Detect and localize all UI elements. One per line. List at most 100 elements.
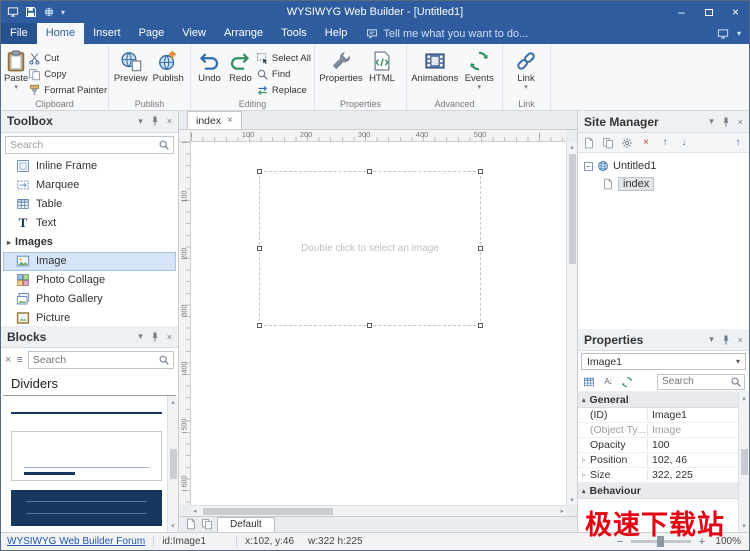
property-row-object-type[interactable]: (Object Ty... Image (578, 423, 738, 438)
menu-tab-page[interactable]: Page (130, 23, 174, 44)
paste-button[interactable]: Paste ▾ (4, 46, 28, 97)
maximize-button[interactable] (695, 1, 722, 23)
divider-block-boxed[interactable] (11, 431, 162, 481)
site-manager-menu-caret-icon[interactable]: ▾ (709, 116, 714, 127)
scroll-down-icon[interactable]: ▾ (171, 522, 175, 530)
move-page-down-icon[interactable]: ↓ (677, 136, 691, 150)
animations-button[interactable]: Animations (410, 46, 459, 97)
link-button[interactable]: Link ▾ (506, 46, 546, 97)
display-options-icon[interactable] (717, 28, 729, 40)
selected-image-object[interactable]: Double click to select an image (259, 171, 481, 326)
qat-customize-caret-icon[interactable]: ▾ (61, 8, 65, 17)
toolbox-search-input[interactable] (5, 136, 174, 154)
preview-button[interactable]: Preview (112, 46, 150, 97)
format-painter-button[interactable]: Format Painter (28, 83, 107, 97)
site-manager-pin-icon[interactable] (720, 116, 732, 128)
move-page-up-icon[interactable]: ↑ (658, 136, 672, 150)
minimize-button[interactable]: – (668, 1, 695, 23)
selection-handle-se[interactable] (478, 323, 483, 328)
copy-button[interactable]: Copy (28, 67, 107, 81)
toolbox-item-marquee[interactable]: Marquee (3, 176, 176, 195)
selection-handle-nw[interactable] (257, 169, 262, 174)
sort-alphabetical-icon[interactable]: A↓ (601, 375, 615, 389)
clone-page-icon[interactable] (601, 136, 615, 150)
delete-page-icon[interactable]: × (639, 136, 653, 150)
save-icon[interactable] (25, 6, 37, 18)
menu-tab-arrange[interactable]: Arrange (215, 23, 272, 44)
property-row-id[interactable]: (ID) Image1 (578, 408, 738, 423)
app-icon[interactable] (7, 6, 19, 18)
canvas-vertical-scrollbar[interactable]: ▴ ▾ (566, 142, 577, 505)
toolbox-close-icon[interactable]: × (167, 116, 172, 126)
row-expander-icon[interactable]: ▹ (578, 456, 590, 464)
site-tree-page-index[interactable]: index (578, 175, 749, 193)
redo-button[interactable]: Redo (225, 46, 256, 97)
divider-block-simple-line[interactable] (11, 404, 162, 422)
blocks-menu-caret-icon[interactable]: ▾ (138, 331, 143, 342)
page-list-icon[interactable] (185, 518, 197, 530)
scroll-up-icon[interactable]: ▴ (171, 398, 175, 406)
scroll-down-icon[interactable]: ▾ (742, 522, 746, 530)
toolbox-category-images[interactable]: ▸Images (1, 233, 178, 252)
site-manager-close-icon[interactable]: × (738, 117, 743, 127)
scroll-right-icon[interactable]: ▸ (560, 507, 564, 515)
html-button[interactable]: HTML (364, 46, 400, 97)
master-page-icon[interactable] (201, 518, 213, 530)
publish-button[interactable]: Publish (150, 46, 188, 97)
page-canvas[interactable]: Double click to select an image (191, 142, 566, 505)
row-expander-icon[interactable]: ▹ (578, 471, 590, 479)
properties-button[interactable]: Properties (318, 46, 364, 97)
toolbox-menu-caret-icon[interactable]: ▾ (138, 116, 143, 127)
menu-tab-insert[interactable]: Insert (84, 23, 130, 44)
toolbox-item-picture[interactable]: Picture (3, 309, 176, 327)
properties-menu-caret-icon[interactable]: ▾ (709, 334, 714, 345)
tab-close-icon[interactable]: × (227, 115, 233, 126)
scrollbar-thumb[interactable] (170, 449, 177, 479)
property-row-position[interactable]: ▹ Position 102, 46 (578, 453, 738, 468)
property-value[interactable]: 322, 225 (648, 469, 738, 481)
scroll-up-icon[interactable]: ▴ (567, 143, 577, 151)
replace-button[interactable]: Replace (256, 83, 311, 97)
menu-tab-home[interactable]: Home (37, 23, 84, 44)
toolbox-item-photo-gallery[interactable]: Photo Gallery (3, 290, 176, 309)
blocks-clear-icon[interactable]: × (5, 354, 11, 366)
category-behaviour[interactable]: ▴ Behaviour (578, 483, 738, 499)
selection-handle-ne[interactable] (478, 169, 483, 174)
scrollbar-thumb[interactable] (741, 449, 748, 475)
blocks-close-icon[interactable]: × (167, 332, 172, 342)
forum-link[interactable]: WYSIWYG Web Builder Forum (7, 536, 145, 547)
blocks-menu-icon[interactable]: ≡ (16, 354, 22, 366)
ribbon-collapse-caret-icon[interactable]: ▾ (737, 29, 741, 38)
categorize-icon[interactable] (582, 375, 596, 389)
events-filter-icon[interactable] (620, 375, 634, 389)
scrollbar-thumb[interactable] (569, 154, 576, 264)
publish-page-icon[interactable]: ↑ (731, 136, 745, 150)
site-tree-root[interactable]: − Untitled1 (578, 157, 749, 175)
selection-handle-w[interactable] (257, 246, 262, 251)
selection-handle-sw[interactable] (257, 323, 262, 328)
events-button[interactable]: Events ▾ (459, 46, 499, 97)
toolbox-item-text[interactable]: TText (3, 214, 176, 233)
divider-block-dark[interactable] (11, 490, 162, 526)
toolbox-pin-icon[interactable] (149, 115, 161, 127)
scrollbar-thumb[interactable] (203, 508, 333, 515)
object-selector-dropdown[interactable]: Image1 ▾ (581, 353, 746, 370)
canvas-horizontal-scrollbar[interactable]: ◂ ▸ (191, 505, 566, 516)
new-page-icon[interactable] (582, 136, 596, 150)
selection-handle-n[interactable] (367, 169, 372, 174)
toolbox-item-image[interactable]: Image (3, 252, 176, 271)
properties-pin-icon[interactable] (720, 334, 732, 346)
menu-tab-help[interactable]: Help (316, 23, 357, 44)
toolbox-item-table[interactable]: Table (3, 195, 176, 214)
menu-tab-tools[interactable]: Tools (272, 23, 316, 44)
cut-button[interactable]: Cut (28, 51, 107, 65)
properties-close-icon[interactable]: × (738, 335, 743, 345)
tree-expander-icon[interactable]: − (584, 162, 593, 171)
category-general[interactable]: ▴ General (578, 392, 738, 408)
property-value[interactable]: Image1 (648, 409, 738, 421)
scroll-left-icon[interactable]: ◂ (193, 507, 197, 515)
property-value[interactable]: 100 (648, 439, 738, 451)
property-row-size[interactable]: ▹ Size 322, 225 (578, 468, 738, 483)
page-tab-default[interactable]: Default (217, 517, 275, 532)
menu-tab-view[interactable]: View (173, 23, 215, 44)
